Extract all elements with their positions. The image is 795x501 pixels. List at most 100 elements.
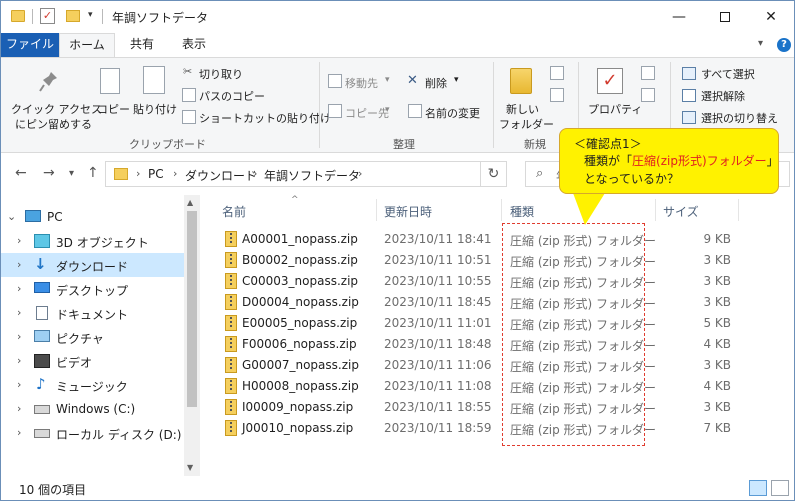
refresh-button[interactable]: ↻: [481, 161, 507, 187]
column-header-date[interactable]: 更新日時: [384, 203, 432, 220]
divider[interactable]: [501, 199, 502, 221]
chevron-right-icon[interactable]: ›: [17, 402, 21, 415]
delete-dropdown-icon[interactable]: ▾: [454, 75, 459, 85]
copy-to-dropdown-icon[interactable]: ▾: [385, 105, 390, 115]
paste-shortcut-button[interactable]: ショートカットの貼り付け: [199, 110, 331, 126]
move-to-button[interactable]: 移動先: [345, 75, 378, 91]
chevron-right-icon[interactable]: ›: [17, 354, 21, 367]
table-row[interactable]: I00009_nopass.zip 2023/10/11 18:55 圧縮 (z…: [211, 397, 741, 418]
divider: [319, 62, 320, 148]
nav-item-music[interactable]: › ♪ ミュージック: [1, 373, 184, 397]
table-row[interactable]: A00001_nopass.zip 2023/10/11 18:41 圧縮 (z…: [211, 229, 741, 250]
chevron-right-icon[interactable]: ›: [253, 167, 257, 180]
scroll-up-icon[interactable]: ▲: [187, 198, 193, 207]
new-folder-quick-icon[interactable]: [66, 10, 80, 22]
file-name: I00009_nopass.zip: [242, 400, 354, 414]
table-row[interactable]: C00003_nopass.zip 2023/10/11 10:55 圧縮 (z…: [211, 271, 741, 292]
table-row[interactable]: E00005_nopass.zip 2023/10/11 11:01 圧縮 (z…: [211, 313, 741, 334]
open-icon[interactable]: [641, 66, 655, 80]
file-date: 2023/10/11 10:55: [384, 274, 492, 288]
chevron-right-icon[interactable]: ›: [17, 306, 21, 319]
new-folder-icon: [510, 68, 532, 94]
rename-button[interactable]: 名前の変更: [425, 105, 480, 121]
properties-quick-icon[interactable]: ✓: [40, 8, 55, 24]
edit-icon[interactable]: [641, 88, 655, 102]
column-header-name[interactable]: 名前: [222, 203, 246, 220]
up-button[interactable]: ↑: [87, 165, 99, 181]
chevron-down-icon[interactable]: ⌄: [7, 210, 16, 223]
forward-button[interactable]: →: [43, 165, 55, 181]
pin-quick-access-button[interactable]: クイック アクセス: [11, 101, 102, 117]
chevron-right-icon[interactable]: ›: [173, 167, 177, 180]
delete-button[interactable]: 削除: [425, 75, 447, 91]
copy-to-button[interactable]: コピー先: [345, 105, 389, 121]
nav-item-pictures[interactable]: › ピクチャ: [1, 325, 184, 349]
back-button[interactable]: ←: [15, 165, 27, 181]
recent-locations-icon[interactable]: ▾: [69, 168, 74, 179]
copy-path-button[interactable]: パスのコピー: [199, 88, 265, 104]
tab-file[interactable]: ファイル: [1, 33, 59, 57]
copy-button[interactable]: コピー: [97, 101, 130, 117]
ribbon-tabs: ファイル ホーム 共有 表示 ▾ ?: [1, 33, 794, 58]
nav-item-drive-c[interactable]: › Windows (C:): [1, 397, 184, 421]
nav-item-desktop[interactable]: › デスクトップ: [1, 277, 184, 301]
table-row[interactable]: F00006_nopass.zip 2023/10/11 18:48 圧縮 (z…: [211, 334, 741, 355]
tab-home[interactable]: ホーム: [59, 33, 115, 58]
move-to-dropdown-icon[interactable]: ▾: [385, 75, 390, 85]
new-item-icon[interactable]: [550, 66, 564, 80]
breadcrumb-current-folder[interactable]: 年調ソフトデータ: [264, 167, 360, 184]
scroll-down-icon[interactable]: ▼: [187, 463, 193, 472]
zip-file-icon: [225, 378, 237, 394]
breadcrumb-pc[interactable]: PC: [148, 167, 164, 181]
table-row[interactable]: H00008_nopass.zip 2023/10/11 11:08 圧縮 (z…: [211, 376, 741, 397]
maximize-button[interactable]: [702, 1, 748, 33]
table-row[interactable]: D00004_nopass.zip 2023/10/11 18:45 圧縮 (z…: [211, 292, 741, 313]
divider[interactable]: [738, 199, 739, 221]
chevron-right-icon[interactable]: ›: [17, 234, 21, 247]
column-header-type[interactable]: 種類: [510, 203, 534, 220]
help-icon[interactable]: ?: [777, 38, 791, 52]
nav-item-documents[interactable]: › ドキュメント: [1, 301, 184, 325]
select-none-button[interactable]: 選択解除: [701, 88, 745, 104]
chevron-right-icon[interactable]: ›: [17, 330, 21, 343]
table-row[interactable]: J00010_nopass.zip 2023/10/11 18:59 圧縮 (z…: [211, 418, 741, 439]
chevron-right-icon[interactable]: ›: [17, 378, 21, 391]
divider[interactable]: [655, 199, 656, 221]
chevron-right-icon[interactable]: ›: [17, 282, 21, 295]
new-folder-button[interactable]: 新しい: [506, 101, 539, 117]
nav-item-3d-objects[interactable]: › 3D オブジェクト: [1, 229, 184, 253]
annotation-callout: ＜確認点1＞ 種類が「圧縮(zip形式)フォルダー」 となっているか？: [559, 128, 779, 194]
table-row[interactable]: G00007_nopass.zip 2023/10/11 11:06 圧縮 (z…: [211, 355, 741, 376]
large-icons-view-button[interactable]: [771, 480, 789, 496]
breadcrumb-downloads[interactable]: ダウンロード: [185, 167, 257, 184]
tab-view[interactable]: 表示: [168, 33, 220, 57]
chevron-right-icon[interactable]: ›: [17, 426, 21, 439]
select-all-button[interactable]: すべて選択: [701, 66, 755, 82]
cut-button[interactable]: 切り取り: [199, 66, 243, 82]
scrollbar-thumb[interactable]: [187, 211, 197, 407]
invert-selection-button[interactable]: 選択の切り替え: [701, 110, 778, 126]
nav-item-downloads[interactable]: › ↓ ダウンロード: [1, 253, 184, 277]
drive-d-icon: [34, 429, 50, 438]
column-header-size[interactable]: サイズ: [663, 203, 699, 220]
chevron-right-icon[interactable]: ›: [136, 167, 140, 180]
table-row[interactable]: B00002_nopass.zip 2023/10/11 10:51 圧縮 (z…: [211, 250, 741, 271]
close-button[interactable]: ✕: [748, 1, 794, 33]
easy-access-icon[interactable]: [550, 88, 564, 102]
details-view-button[interactable]: [749, 480, 767, 496]
chevron-right-icon[interactable]: ›: [17, 258, 21, 271]
address-bar[interactable]: › PC › ダウンロード › 年調ソフトデータ › ▾: [105, 161, 567, 187]
chevron-right-icon[interactable]: ›: [358, 167, 362, 180]
nav-item-drive-d[interactable]: › ローカル ディスク (D:): [1, 421, 184, 445]
select-all-icon: [682, 67, 696, 80]
minimize-button[interactable]: —: [656, 1, 702, 33]
properties-button[interactable]: プロパティ: [588, 101, 642, 117]
customize-quick-access-icon[interactable]: ▾: [88, 10, 93, 20]
expand-ribbon-icon[interactable]: ▾: [758, 38, 763, 49]
nav-item-videos[interactable]: › ビデオ: [1, 349, 184, 373]
paste-button[interactable]: 貼り付け: [133, 101, 177, 117]
navigation-pane-scrollbar[interactable]: ▲ ▼: [184, 195, 200, 476]
tab-share[interactable]: 共有: [116, 33, 168, 57]
nav-item-pc[interactable]: ⌄ PC: [1, 205, 184, 229]
divider[interactable]: [376, 199, 377, 221]
